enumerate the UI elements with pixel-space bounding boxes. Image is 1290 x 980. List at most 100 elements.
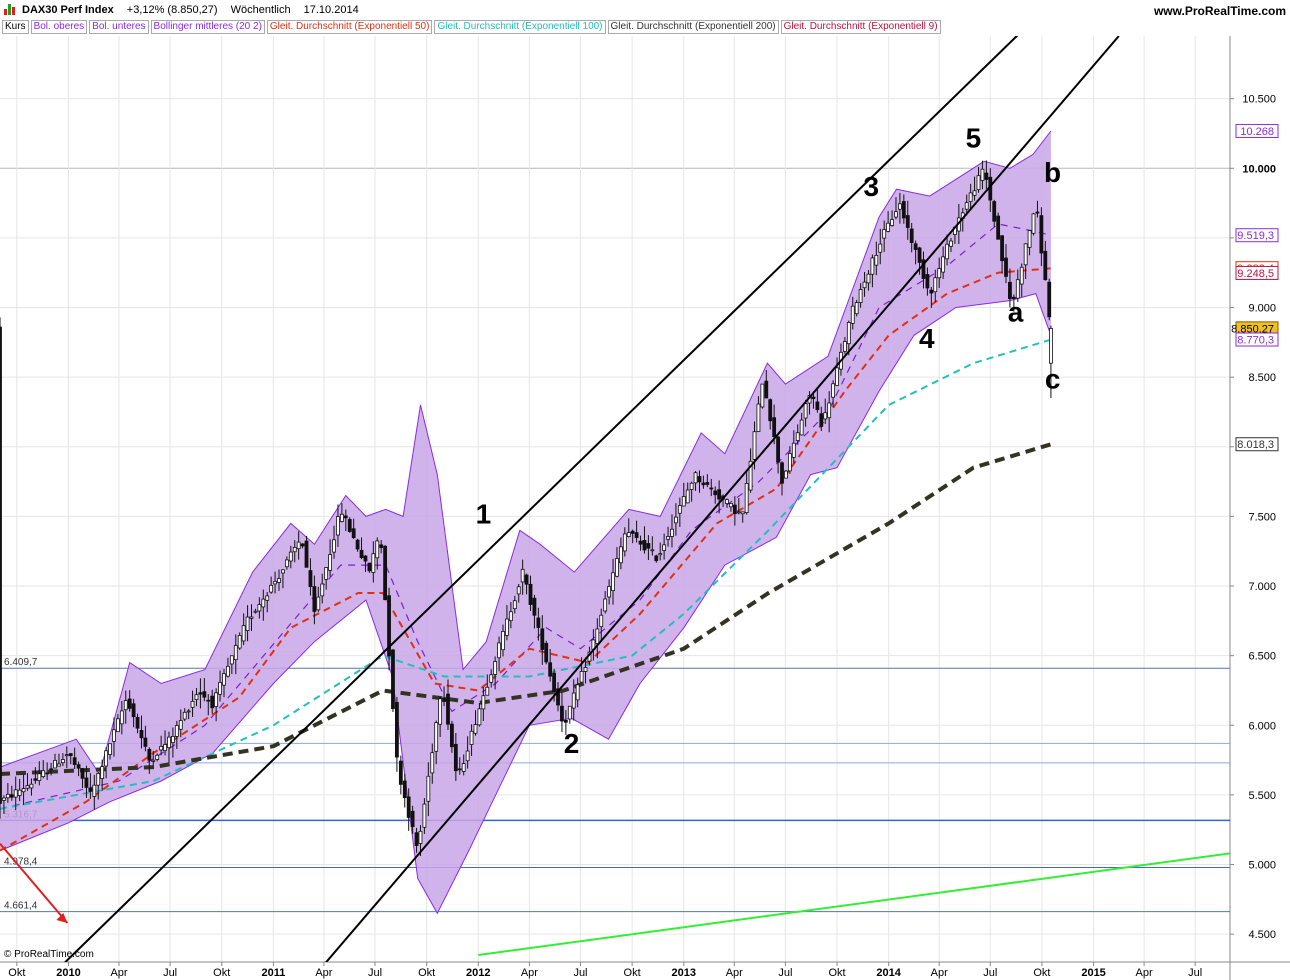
candle-body	[521, 569, 524, 582]
x-tick-label: Jul	[573, 967, 587, 979]
candle-body	[14, 790, 17, 797]
candle-body	[482, 696, 485, 709]
price-label-text: 9.248,5	[1237, 268, 1274, 280]
candle-body	[50, 769, 53, 770]
candle-body	[753, 432, 756, 460]
price-label-text: 9.519,3	[1237, 230, 1274, 242]
candle-body	[659, 554, 662, 555]
candle-body	[678, 506, 681, 514]
candle-body	[230, 656, 233, 664]
x-tick-label: 2014	[876, 967, 901, 979]
candle-body	[348, 519, 351, 531]
candle-body	[187, 711, 190, 712]
candle-body	[918, 248, 921, 262]
candle-body	[1016, 280, 1019, 298]
candle-body	[517, 587, 520, 594]
candle-body	[329, 555, 332, 571]
candle-body	[674, 517, 677, 523]
candle-body	[97, 773, 100, 785]
candle-body	[128, 699, 131, 708]
wave-label: a	[1008, 296, 1024, 327]
candle-body	[490, 675, 493, 683]
candle-body	[639, 541, 642, 544]
candle-body	[1020, 267, 1023, 284]
candle-body	[140, 730, 143, 737]
candle-body	[682, 497, 685, 507]
candle-body	[57, 764, 60, 766]
candle	[305, 536, 308, 567]
candle-body	[120, 711, 123, 724]
candle-body	[934, 278, 937, 292]
candle-body	[30, 784, 33, 788]
candle-body	[859, 290, 862, 303]
candle-body	[651, 550, 654, 551]
candle-body	[619, 547, 622, 563]
candle-body	[183, 712, 186, 719]
candle-body	[710, 488, 713, 489]
candle-body	[242, 626, 245, 641]
candle-body	[144, 738, 147, 746]
candle	[545, 641, 548, 665]
candle-body	[969, 193, 972, 202]
candle-body	[1032, 214, 1035, 233]
candle-body	[741, 512, 744, 514]
candle-body	[977, 176, 980, 190]
candle-body	[61, 760, 64, 763]
candle-body	[222, 674, 225, 685]
candle-body	[69, 754, 72, 756]
candle-body	[156, 755, 159, 759]
candle-body	[474, 725, 477, 734]
candle-body	[781, 463, 784, 483]
price-axis-label: 9.519,3	[1236, 229, 1278, 243]
plot-background	[0, 36, 1290, 962]
candle-body	[46, 773, 49, 774]
candle-body	[281, 570, 284, 573]
candle-body	[706, 482, 709, 484]
candle-body	[380, 545, 383, 548]
candle-body	[863, 282, 866, 288]
candle-body	[376, 541, 379, 558]
candle-body	[399, 761, 402, 784]
x-tick-label: 2015	[1081, 967, 1105, 979]
candle-body	[1036, 212, 1039, 213]
candle-body	[533, 598, 536, 615]
candle-body	[615, 559, 618, 577]
candle	[384, 545, 387, 600]
candle-body	[42, 771, 45, 777]
candle-body	[238, 635, 241, 648]
candle-body	[395, 702, 398, 757]
candle-body	[745, 483, 748, 512]
candle-body	[364, 556, 367, 561]
candle-body	[2, 798, 5, 800]
candle-body	[384, 546, 387, 599]
candle-body	[855, 303, 858, 314]
candle-body	[175, 726, 178, 737]
candle-body	[733, 505, 736, 514]
wave-label: 1	[476, 498, 492, 529]
candle-body	[505, 619, 508, 635]
candle-body	[407, 797, 410, 817]
candle-body	[981, 169, 984, 180]
candlestick-chart[interactable]: 6.409,75.316,74.978,44.661,4 12345abc 4.…	[0, 0, 1290, 980]
candle-body	[226, 666, 229, 676]
x-tick-label: Okt	[828, 967, 845, 979]
candle-body	[211, 696, 214, 708]
candle-body	[391, 650, 394, 709]
candle-body	[368, 563, 371, 571]
candle-body	[875, 255, 878, 265]
x-tick-label: Apr	[1136, 967, 1153, 979]
candle-body	[580, 671, 583, 682]
candle-body	[356, 540, 359, 549]
candle-body	[199, 693, 202, 695]
candle-body	[965, 203, 968, 210]
candle-body	[65, 755, 68, 756]
candle-body	[415, 833, 418, 846]
candle-body	[867, 274, 870, 283]
candle-body	[879, 244, 882, 252]
candle-body	[403, 781, 406, 798]
candle-body	[604, 599, 607, 611]
candle-body	[73, 758, 76, 765]
price-axis-label: 10.268	[1236, 124, 1278, 138]
candle-body	[470, 731, 473, 744]
candle-body	[545, 643, 548, 662]
